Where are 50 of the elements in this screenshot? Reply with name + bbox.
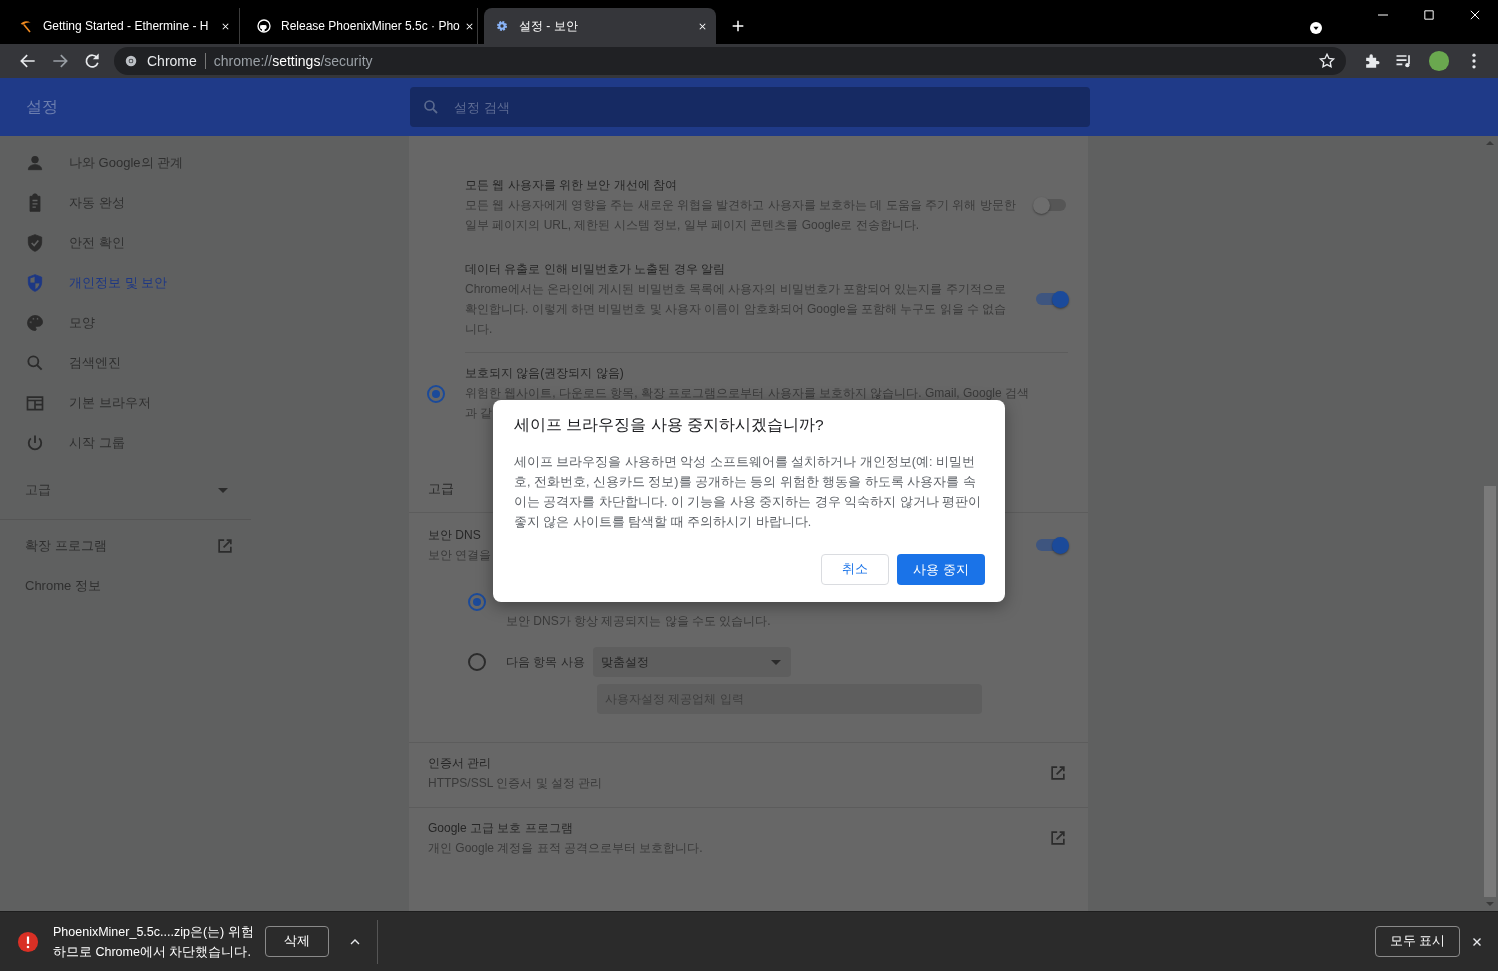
settings-title: 설정 <box>25 96 59 117</box>
tab-search-icon[interactable] <box>1308 20 1324 36</box>
tab-title: Release PhoenixMiner 5.5c · Pho <box>281 19 460 33</box>
chrome-icon <box>124 54 138 68</box>
external-link-icon[interactable] <box>1048 828 1068 848</box>
radio-button[interactable] <box>468 593 486 611</box>
browser-window-icon <box>25 393 45 413</box>
shield-icon <box>25 273 45 293</box>
turn-off-button[interactable]: 사용 중지 <box>897 554 985 585</box>
cancel-button[interactable]: 취소 <box>821 554 890 585</box>
settings-icon <box>494 18 510 34</box>
power-icon <box>25 433 45 453</box>
new-tab-icon[interactable] <box>730 18 746 34</box>
browser-tab[interactable]: 설정 - 보안 <box>484 8 716 44</box>
toggle-switch[interactable] <box>1036 293 1066 305</box>
pickaxe-icon <box>18 18 34 34</box>
radio-button[interactable] <box>427 385 445 403</box>
tab-title: 설정 - 보안 <box>519 17 579 35</box>
delete-button[interactable]: 삭제 <box>265 926 329 957</box>
star-icon[interactable] <box>1318 52 1336 70</box>
scrollbar-thumb[interactable] <box>1483 486 1496 897</box>
tab-title: Getting Started - Ethermine - H <box>43 19 210 33</box>
toggle-switch[interactable] <box>1036 539 1066 551</box>
palette-icon <box>25 313 45 333</box>
avatar-icon[interactable] <box>1428 50 1450 72</box>
warning-icon <box>17 930 39 953</box>
setting-title: 보안 DNS <box>428 527 481 544</box>
person-icon <box>25 153 45 173</box>
show-all-button[interactable]: 모두 표시 <box>1374 926 1460 957</box>
toggle-switch[interactable] <box>1036 199 1066 211</box>
url-text: chrome://settings/security <box>213 53 373 69</box>
shield-check-icon <box>25 233 45 253</box>
setting-title: 모든 웹 사용자를 위한 보안 개선에 참여 <box>465 177 678 194</box>
setting-title: 데이터 유출로 인해 비밀번호가 노출된 경우 알림 <box>465 261 726 278</box>
caret-icon <box>770 659 781 665</box>
download-message: PhoenixMiner_5.5c....zip은(는) 위험하므로 Chrome에서 차단했습니다. <box>53 923 255 961</box>
sidebar-item[interactable]: 개인정보 및 보안 <box>0 263 251 303</box>
address-bar[interactable]: Chrome chrome://settings/security <box>114 47 1346 75</box>
radio-button[interactable] <box>468 653 486 671</box>
external-link-icon[interactable] <box>1048 763 1068 783</box>
setting-title: 인증서 관리 <box>428 755 493 772</box>
site-label: Chrome <box>147 53 197 69</box>
caret-icon <box>218 487 228 493</box>
search-icon <box>422 98 440 116</box>
setting-title: Google 고급 보호 프로그램 <box>428 820 574 837</box>
dialog-title: 세이프 브라우징을 사용 중지하시겠습니까? <box>514 415 825 435</box>
external-link-icon <box>215 536 235 556</box>
setting-title: 보호되지 않음(권장되지 않음) <box>465 365 625 382</box>
option-label: 다음 항목 사용 <box>506 654 585 671</box>
search-icon <box>25 353 45 373</box>
